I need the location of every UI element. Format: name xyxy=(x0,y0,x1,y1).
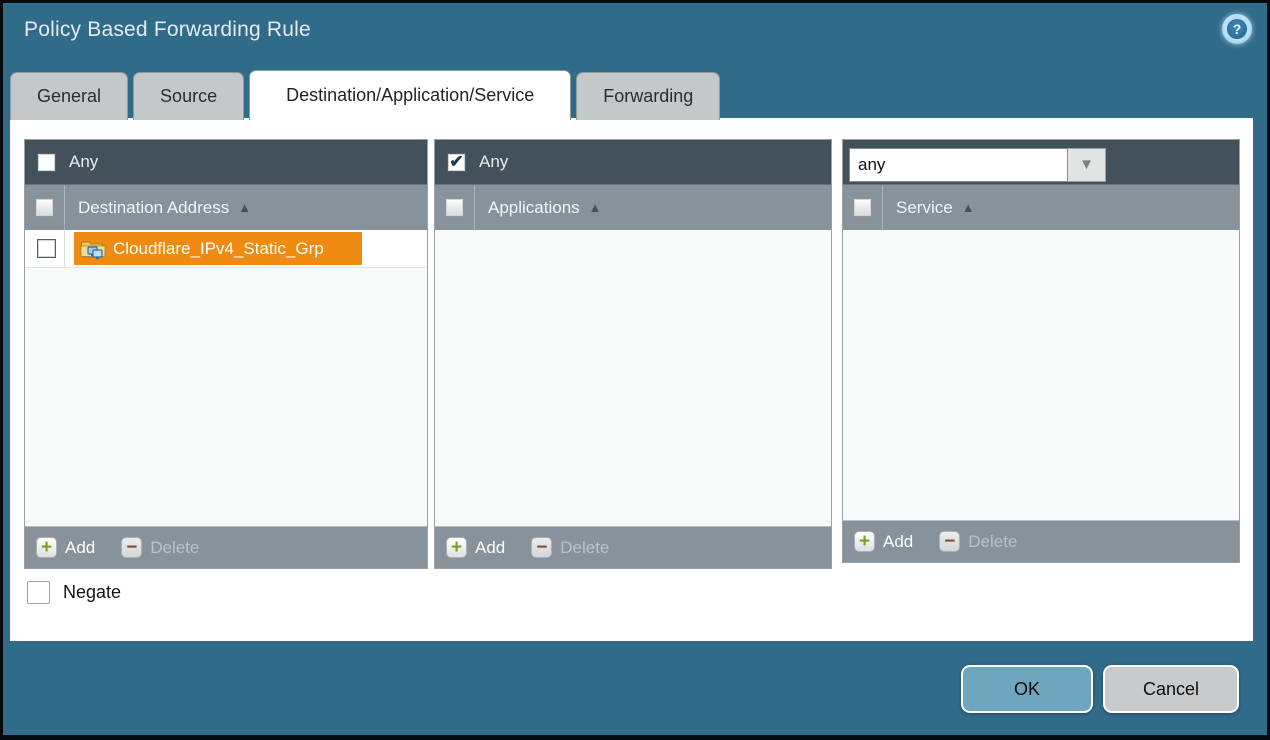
service-select-all-checkbox[interactable] xyxy=(853,198,872,217)
service-add-button[interactable]: + Add xyxy=(854,531,913,552)
service-actions: + Add − Delete xyxy=(843,520,1239,562)
applications-column-header[interactable]: Applications ▲ xyxy=(488,185,602,230)
address-group-name: Cloudflare_IPv4_Static_Grp xyxy=(113,239,324,259)
service-column-header[interactable]: Service ▲ xyxy=(896,185,975,230)
add-icon: + xyxy=(446,537,467,558)
service-column: any ▼ Service ▲ + Add xyxy=(842,139,1240,563)
service-mode-dropdown-button[interactable]: ▼ xyxy=(1068,148,1106,182)
negate-label: Negate xyxy=(63,582,121,603)
service-header-row: Service ▲ xyxy=(843,184,1239,230)
applications-actions: + Add − Delete xyxy=(435,526,831,568)
tab-content-panel: Any Destination Address ▲ xyxy=(10,118,1253,641)
destination-address-column: Any Destination Address ▲ xyxy=(24,139,428,569)
cancel-button[interactable]: Cancel xyxy=(1103,665,1239,713)
delete-icon: − xyxy=(121,537,142,558)
applications-header-row: Applications ▲ xyxy=(435,184,831,230)
delete-icon: − xyxy=(531,537,552,558)
sort-ascending-icon: ▲ xyxy=(238,200,251,215)
sort-ascending-icon: ▲ xyxy=(589,200,602,215)
destination-any-row: Any xyxy=(25,140,427,184)
add-icon: + xyxy=(36,537,57,558)
applications-select-all-checkbox[interactable] xyxy=(445,198,464,217)
help-question-glyph: ? xyxy=(1227,19,1247,39)
applications-add-button[interactable]: + Add xyxy=(446,537,505,558)
sort-ascending-icon: ▲ xyxy=(962,200,975,215)
tab-general[interactable]: General xyxy=(10,72,128,120)
chevron-down-icon: ▼ xyxy=(1079,157,1094,172)
destination-row-checkbox[interactable] xyxy=(37,239,56,258)
tab-bar: General Source Destination/Application/S… xyxy=(10,70,720,120)
destination-list: Cloudflare_IPv4_Static_Grp xyxy=(25,230,427,526)
checkmark-icon: ✔ xyxy=(449,153,463,170)
destination-header-row: Destination Address ▲ xyxy=(25,184,427,230)
ok-button[interactable]: OK xyxy=(961,665,1093,713)
service-mode-dropdown: any ▼ xyxy=(849,148,1106,182)
service-list xyxy=(843,230,1239,520)
destination-delete-button[interactable]: − Delete xyxy=(121,537,199,558)
destination-add-button[interactable]: + Add xyxy=(36,537,95,558)
tab-destination-application-service[interactable]: Destination/Application/Service xyxy=(249,70,571,120)
help-icon[interactable]: ? xyxy=(1222,14,1252,44)
service-dropdown-row: any ▼ xyxy=(843,140,1239,184)
pbf-rule-dialog: Policy Based Forwarding Rule ? General S… xyxy=(0,0,1270,740)
applications-column: ✔ Any Applications ▲ + Add xyxy=(434,139,832,569)
applications-any-row: ✔ Any xyxy=(435,140,831,184)
destination-any-checkbox[interactable] xyxy=(37,153,56,172)
tab-forwarding[interactable]: Forwarding xyxy=(576,72,720,120)
applications-any-label: Any xyxy=(479,152,508,172)
service-delete-button[interactable]: − Delete xyxy=(939,531,1017,552)
address-group-icon xyxy=(80,237,106,261)
destination-address-entry[interactable]: Cloudflare_IPv4_Static_Grp xyxy=(74,232,362,265)
destination-any-label: Any xyxy=(69,152,98,172)
table-row: Cloudflare_IPv4_Static_Grp xyxy=(25,230,427,268)
destination-select-all-checkbox[interactable] xyxy=(35,198,54,217)
destination-column-header[interactable]: Destination Address ▲ xyxy=(78,185,251,230)
applications-any-checkbox[interactable]: ✔ xyxy=(447,153,466,172)
applications-delete-button[interactable]: − Delete xyxy=(531,537,609,558)
negate-option: Negate xyxy=(27,581,121,604)
negate-checkbox[interactable] xyxy=(27,581,50,604)
destination-actions: + Add − Delete xyxy=(25,526,427,568)
dialog-title: Policy Based Forwarding Rule xyxy=(24,18,311,42)
add-icon: + xyxy=(854,531,875,552)
service-mode-value[interactable]: any xyxy=(849,148,1068,182)
applications-list xyxy=(435,230,831,526)
delete-icon: − xyxy=(939,531,960,552)
tab-source[interactable]: Source xyxy=(133,72,244,120)
